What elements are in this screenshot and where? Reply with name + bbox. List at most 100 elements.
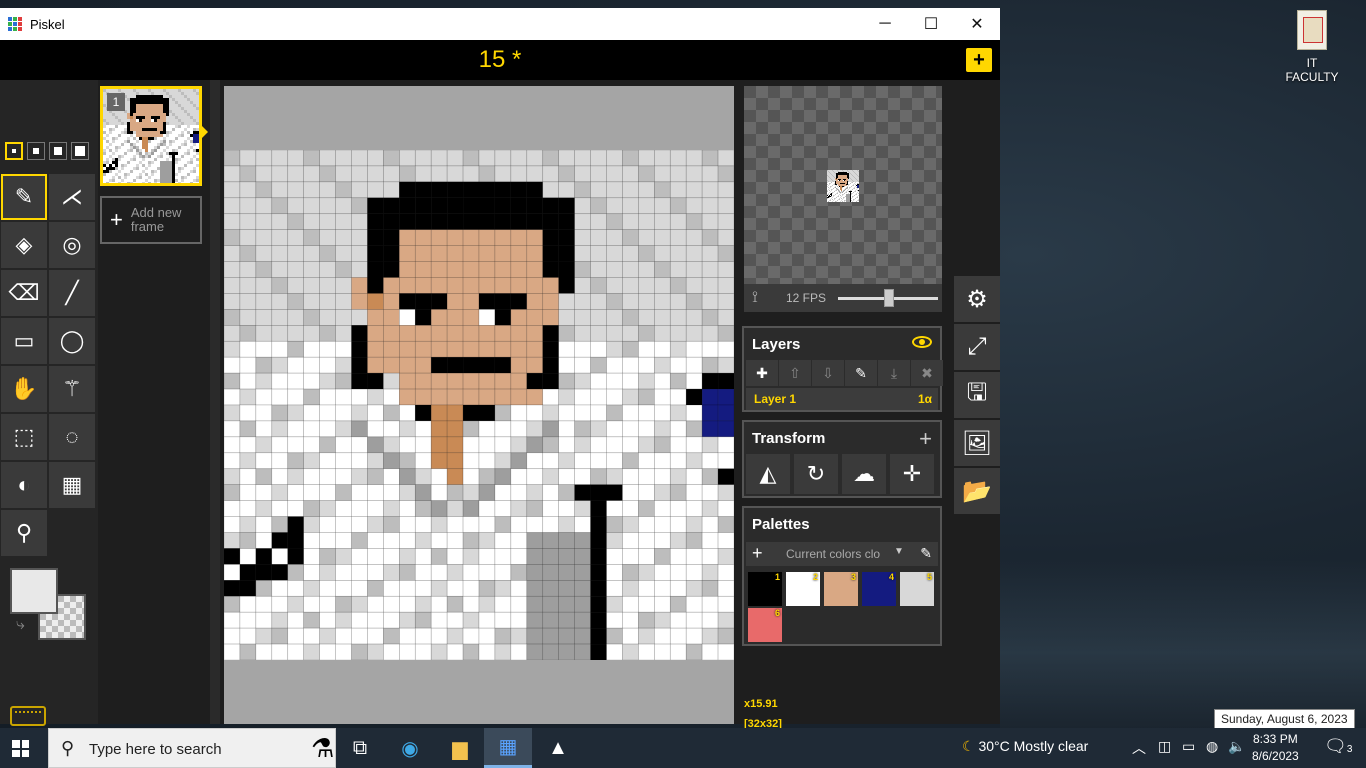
- frames-scrollbar[interactable]: [210, 80, 220, 724]
- pen-size-selector: [5, 142, 89, 160]
- battery-icon[interactable]: ▭: [1182, 738, 1195, 755]
- magic-wand-tool[interactable]: ⚚: [49, 366, 95, 412]
- photos-app-icon[interactable]: ▲: [534, 728, 582, 768]
- stroke-tool[interactable]: ╱: [49, 270, 95, 316]
- desktop-shortcut[interactable]: IT FACULTY: [1280, 10, 1344, 84]
- piskel-window: Piskel ─ ☐ ✕ 15 * + ✎ ⋌ ◈ ◎ ⌫ ╱ ▭ ◯ ✋ ⚚ …: [0, 8, 1000, 730]
- layer-row[interactable]: Layer 1 1α: [746, 388, 938, 410]
- palette-swatch[interactable]: 6: [748, 608, 782, 642]
- clone-sheep-icon[interactable]: ☁: [842, 454, 886, 494]
- taskbar: ⚲ Type here to search ⚗ ⧉ ◉ ▆ ▦ ▲ ☾ 30°C…: [0, 728, 1366, 768]
- palette-select[interactable]: Current colors clo: [786, 547, 886, 561]
- move-layer-up-button[interactable]: ⇧: [779, 360, 811, 386]
- pixel-canvas[interactable]: [224, 150, 734, 660]
- pen-size-2[interactable]: [27, 142, 45, 160]
- layer-toolbar: ✚ ⇧ ⇩ ✎ ⤓ ✖: [746, 360, 943, 386]
- paint-bucket-tool[interactable]: ◈: [1, 222, 47, 268]
- taskbar-search[interactable]: ⚲ Type here to search ⚗: [48, 728, 336, 768]
- pen-size-4[interactable]: [71, 142, 89, 160]
- fps-control: ⟟ 12 FPS: [744, 284, 942, 312]
- piskel-taskbar-icon[interactable]: ▦: [484, 728, 532, 768]
- weather-text: 30°C Mostly clear: [978, 738, 1089, 754]
- file-explorer-icon[interactable]: ▆: [436, 728, 484, 768]
- primary-color-swatch[interactable]: [10, 568, 58, 614]
- windows-start-button[interactable]: [12, 740, 29, 757]
- add-palette-icon[interactable]: +: [752, 543, 763, 564]
- delete-layer-button[interactable]: ✖: [911, 360, 943, 386]
- palette-swatch[interactable]: 5: [900, 572, 934, 606]
- lighten-tool[interactable]: ◐: [1, 462, 47, 508]
- eraser-tool[interactable]: ⌫: [1, 270, 47, 316]
- palette-swatch[interactable]: 4: [862, 572, 896, 606]
- clock-date: 8/6/2023: [1252, 749, 1299, 763]
- add-layer-button[interactable]: ✚: [746, 360, 778, 386]
- chevron-down-icon[interactable]: ▼: [894, 546, 904, 557]
- rename-layer-button[interactable]: ✎: [845, 360, 877, 386]
- pen-size-3[interactable]: [49, 142, 67, 160]
- resize-icon[interactable]: ⤢: [954, 324, 1000, 370]
- palettes-title: Palettes: [752, 516, 810, 533]
- rectangle-selection-tool[interactable]: ⬚: [1, 414, 47, 460]
- open-folder-icon[interactable]: 📂: [954, 468, 1000, 514]
- system-clock[interactable]: 8:33 PM 8/6/2023: [1252, 731, 1299, 765]
- edge-browser-icon[interactable]: ◉: [386, 728, 434, 768]
- dithering-tool[interactable]: ▦: [49, 462, 95, 508]
- onion-skin-icon[interactable]: ⟟: [752, 289, 758, 307]
- layers-title: Layers: [752, 336, 801, 353]
- maximize-button[interactable]: ☐: [908, 8, 954, 40]
- color-picker-tool[interactable]: ⚲: [1, 510, 47, 556]
- palettes-panel: Palettes + Current colors clo ▼ ✎ 1 2 3 …: [742, 506, 942, 646]
- weather-widget[interactable]: ☾ 30°C Mostly clear: [962, 738, 1088, 755]
- plus-icon[interactable]: +: [919, 426, 932, 452]
- swap-colors-icon[interactable]: ⤷: [16, 616, 25, 634]
- add-new-frame-button[interactable]: + Add new frame: [100, 196, 202, 244]
- edit-palette-icon[interactable]: ✎: [920, 545, 932, 562]
- frame-thumbnail[interactable]: 1: [100, 86, 202, 186]
- settings-column: ⚙ ⤢ 🖫 🖼 📂: [954, 276, 1000, 516]
- minimize-button[interactable]: ─: [862, 8, 908, 40]
- drawing-canvas-area[interactable]: [224, 86, 734, 724]
- title-bar: Piskel ─ ☐ ✕: [0, 8, 1000, 40]
- task-view-icon[interactable]: ⧉: [336, 728, 384, 768]
- fps-slider-handle[interactable]: [884, 289, 894, 307]
- palette-swatch[interactable]: 2: [786, 572, 820, 606]
- eye-icon[interactable]: [912, 336, 932, 348]
- moon-icon: ☾: [962, 738, 975, 754]
- layers-panel: Layers ✚ ⇧ ⇩ ✎ ⤓ ✖ Layer 1 1α: [742, 326, 943, 412]
- export-image-icon[interactable]: 🖼: [954, 420, 1000, 466]
- palette-swatch[interactable]: 3: [824, 572, 858, 606]
- rectangle-tool[interactable]: ▭: [1, 318, 47, 364]
- move-tool[interactable]: ✋: [1, 366, 47, 412]
- pen-tool[interactable]: ✎: [1, 174, 47, 220]
- gear-icon[interactable]: ⚙: [954, 276, 1000, 322]
- network-icon[interactable]: ◍: [1206, 738, 1218, 755]
- desktop-shortcut-label: IT FACULTY: [1285, 56, 1339, 84]
- pen-size-1[interactable]: [5, 142, 23, 160]
- flip-icon[interactable]: ◭: [746, 454, 790, 494]
- keyboard-shortcuts-icon[interactable]: [10, 706, 46, 726]
- merge-layer-button[interactable]: ⤓: [878, 360, 910, 386]
- app-header: 15 * +: [0, 40, 1000, 80]
- new-sprite-button[interactable]: +: [966, 48, 992, 72]
- add-frame-label-2: frame: [130, 219, 165, 234]
- notifications-icon[interactable]: 🗨3: [1324, 736, 1352, 757]
- center-icon[interactable]: ✛: [890, 454, 934, 494]
- circle-tool[interactable]: ◯: [49, 318, 95, 364]
- paint-all-same-color-tool[interactable]: ◎: [49, 222, 95, 268]
- move-layer-down-button[interactable]: ⇩: [812, 360, 844, 386]
- document-title[interactable]: 15 *: [0, 46, 1000, 74]
- lasso-selection-tool[interactable]: ◌: [49, 414, 95, 460]
- vertical-mirror-pen-tool[interactable]: ⋌: [49, 174, 95, 220]
- palette-swatch[interactable]: 1: [748, 572, 782, 606]
- close-button[interactable]: ✕: [954, 8, 1000, 40]
- meet-now-icon[interactable]: ◫: [1158, 738, 1171, 755]
- rotate-icon[interactable]: ↻: [794, 454, 838, 494]
- save-icon[interactable]: 🖫: [954, 372, 1000, 418]
- chevron-up-icon[interactable]: ︿: [1132, 738, 1146, 758]
- layer-opacity[interactable]: 1α: [918, 392, 932, 406]
- transform-panel: Transform + ◭ ↻ ☁ ✛: [742, 420, 942, 498]
- plus-icon: +: [110, 207, 123, 232]
- volume-icon[interactable]: 🔈: [1228, 738, 1245, 755]
- search-highlight-icon: ⚗: [311, 733, 335, 763]
- right-panel: ⟟ 12 FPS Layers ✚ ⇧ ⇩ ✎ ⤓ ✖ Layer 1 1α T…: [736, 80, 950, 730]
